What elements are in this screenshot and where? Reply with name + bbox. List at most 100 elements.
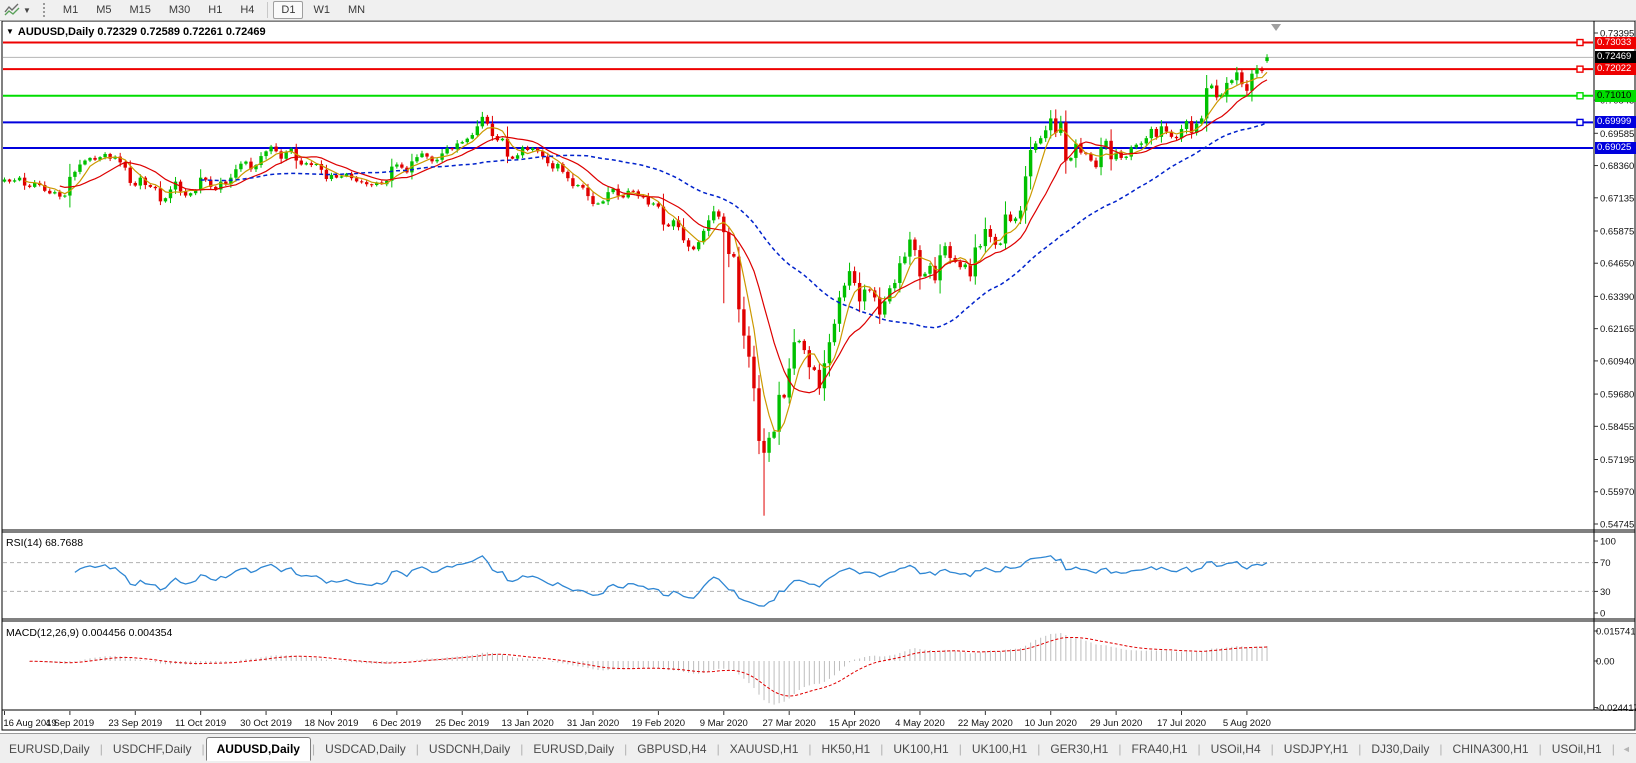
svg-text:0.62165: 0.62165 (1600, 324, 1634, 335)
tab-USDCNH-Daily[interactable]: USDCNH,Daily (420, 738, 519, 760)
svg-text:23 Sep 2019: 23 Sep 2019 (108, 718, 162, 729)
ma-slow-line (200, 121, 1268, 329)
svg-text:0.00: 0.00 (1596, 657, 1615, 668)
svg-text:0.67135: 0.67135 (1600, 193, 1634, 204)
svg-text:6 Dec 2019: 6 Dec 2019 (373, 718, 422, 729)
tab-FRA40-H1[interactable]: FRA40,H1 (1122, 738, 1196, 760)
rsi-pane: 100 70 30 0 (3, 537, 1616, 620)
timeframe-button-M5[interactable]: M5 (88, 1, 119, 19)
rsi-line (74, 555, 1268, 607)
tab-GER30-H1[interactable]: GER30,H1 (1041, 738, 1117, 760)
price-level-label-0.71010: 0.71010 (1595, 89, 1636, 102)
chart-line-tool-icon[interactable] (4, 2, 20, 19)
tab-USDCHF-Daily[interactable]: USDCHF,Daily (104, 738, 201, 760)
svg-text:17 Jul 2020: 17 Jul 2020 (1157, 718, 1206, 729)
tabs-scroll-left-icon[interactable]: ◄ (1616, 742, 1636, 756)
svg-text:0.60940: 0.60940 (1600, 356, 1634, 367)
price-axis: 0.733950.708450.695850.683600.671350.658… (1594, 29, 1634, 530)
svg-text:0.57195: 0.57195 (1600, 455, 1634, 466)
svg-text:100: 100 (1600, 537, 1616, 548)
tab-EURUSD-Daily[interactable]: EURUSD,Daily (0, 738, 99, 760)
svg-text:0.63390: 0.63390 (1600, 292, 1634, 303)
svg-text:4 Sep 2019: 4 Sep 2019 (46, 718, 95, 729)
timeframe-button-MN[interactable]: MN (340, 1, 373, 19)
svg-text:0.65875: 0.65875 (1600, 226, 1634, 237)
date-axis: 16 Aug 20194 Sep 2019 23 Sep 2019 11 Oct 2… (3, 711, 1271, 729)
level-handles[interactable] (1576, 38, 1584, 127)
expand-triangle-icon[interactable]: ▼ (6, 27, 14, 36)
svg-text:19 Feb 2020: 19 Feb 2020 (632, 718, 685, 729)
line-handle-0.72022[interactable] (1576, 65, 1584, 73)
ma-fast-line (24, 71, 1268, 433)
svg-text:5 Aug 2020: 5 Aug 2020 (1223, 718, 1271, 729)
tab-USDCAD-Daily[interactable]: USDCAD,Daily (316, 738, 415, 760)
chart-shift-marker-icon[interactable] (1271, 24, 1282, 31)
svg-text:31 Jan 2020: 31 Jan 2020 (567, 718, 619, 729)
svg-text:15 Apr 2020: 15 Apr 2020 (829, 718, 880, 729)
chart-symbol-period: AUDUSD,Daily (17, 26, 95, 38)
tab-USOil-H1[interactable]: USOil,H1 (1543, 738, 1611, 760)
svg-text:30: 30 (1600, 587, 1611, 598)
tab-USDJPY-H1[interactable]: USDJPY,H1 (1275, 738, 1357, 760)
svg-text:-0.024417: -0.024417 (1596, 703, 1636, 714)
svg-text:0.58455: 0.58455 (1600, 422, 1634, 433)
tab-USOil-H4[interactable]: USOil,H4 (1202, 738, 1270, 760)
svg-text:0: 0 (1600, 609, 1605, 620)
timeframe-button-H1[interactable]: H1 (200, 1, 230, 19)
svg-text:0.69585: 0.69585 (1600, 129, 1634, 140)
svg-text:27 Mar 2020: 27 Mar 2020 (763, 718, 816, 729)
timeframe-toolbar: ▼ M1 M5 M15 M30 H1 H4 D1 W1 MN (0, 0, 1636, 21)
line-handle-0.69999[interactable] (1576, 118, 1584, 127)
chart-title: ▼ AUDUSD,Daily 0.72329 0.72589 0.72261 0.… (6, 26, 266, 38)
tab-UK100-H1[interactable]: UK100,H1 (884, 738, 957, 760)
svg-text:10 Jun 2020: 10 Jun 2020 (1025, 718, 1077, 729)
chart-canvas[interactable]: 0.733950.708450.695850.683600.671350.658… (0, 0, 1636, 763)
tab-HK50-H1[interactable]: HK50,H1 (813, 738, 880, 760)
tab-DJ30-Daily[interactable]: DJ30,Daily (1362, 738, 1438, 760)
svg-text:30 Oct 2019: 30 Oct 2019 (240, 718, 292, 729)
timeframe-button-H4[interactable]: H4 (232, 1, 262, 19)
svg-text:13 Jan 2020: 13 Jan 2020 (501, 718, 553, 729)
timeframe-button-M30[interactable]: M30 (161, 1, 198, 19)
ma-mid-line (59, 79, 1268, 394)
svg-text:0.54745: 0.54745 (1600, 519, 1634, 530)
moving-average-lines (24, 71, 1268, 433)
svg-text:11 Oct 2019: 11 Oct 2019 (175, 718, 226, 729)
mt4-window: ▼ M1M5M15M30H1H4D1W1MN 0.733950.708450.6… (0, 0, 1636, 763)
rsi-pane-label: RSI(14) 68.7688 (6, 537, 84, 549)
price-level-label-0.72022: 0.72022 (1595, 63, 1636, 76)
tab-AUDUSD-Daily[interactable]: AUDUSD,Daily (205, 737, 311, 761)
chart-ohlc-values: 0.72329 0.72589 0.72261 0.72469 (97, 26, 266, 38)
timeframe-button-M15[interactable]: M15 (121, 1, 158, 19)
svg-text:4 May 2020: 4 May 2020 (895, 718, 945, 729)
tab-GBPUSD-H4[interactable]: GBPUSD,H4 (628, 738, 715, 760)
horizontal-level-lines[interactable] (3, 41, 1593, 150)
svg-text:0.55970: 0.55970 (1600, 487, 1634, 498)
price-level-label-0.69999: 0.69999 (1595, 116, 1636, 129)
svg-text:22 May 2020: 22 May 2020 (958, 718, 1013, 729)
tab-EURUSD-Daily[interactable]: EURUSD,Daily (524, 738, 623, 760)
svg-text:9 Mar 2020: 9 Mar 2020 (700, 718, 748, 729)
chevron-down-icon[interactable]: ▼ (23, 6, 31, 15)
macd-pane-label: MACD(12,26,9) 0.004456 0.004354 (6, 627, 173, 639)
candles (2, 54, 1269, 516)
svg-text:29 Jun 2020: 29 Jun 2020 (1090, 718, 1142, 729)
timeframe-button-W1[interactable]: W1 (305, 1, 338, 19)
timeframe-button-M1[interactable]: M1 (55, 1, 86, 19)
toolbar-grip[interactable] (42, 3, 48, 17)
svg-text:0.64650: 0.64650 (1600, 259, 1634, 270)
price-level-label-0.73033: 0.73033 (1595, 36, 1636, 49)
chart-tab-bar: EURUSD,Daily | USDCHF,Daily | AUDUSD,Daily | U… (0, 733, 1636, 763)
timeframe-button-D1[interactable]: D1 (273, 1, 304, 19)
tab-UK100-H1[interactable]: UK100,H1 (963, 738, 1036, 760)
line-handle-0.71010[interactable] (1576, 92, 1584, 100)
svg-text:18 Nov 2019: 18 Nov 2019 (305, 718, 359, 729)
tab-separator: | (201, 742, 205, 756)
tab-CHINA300-H1[interactable]: CHINA300,H1 (1444, 738, 1538, 760)
svg-text:25 Dec 2019: 25 Dec 2019 (435, 718, 489, 729)
svg-text:70: 70 (1600, 558, 1611, 569)
line-handle-0.73033[interactable] (1576, 38, 1584, 47)
tab-XAUUSD-H1[interactable]: XAUUSD,H1 (721, 738, 808, 760)
svg-text:0.68360: 0.68360 (1600, 161, 1634, 172)
price-level-label-0.69025: 0.69025 (1595, 142, 1636, 155)
